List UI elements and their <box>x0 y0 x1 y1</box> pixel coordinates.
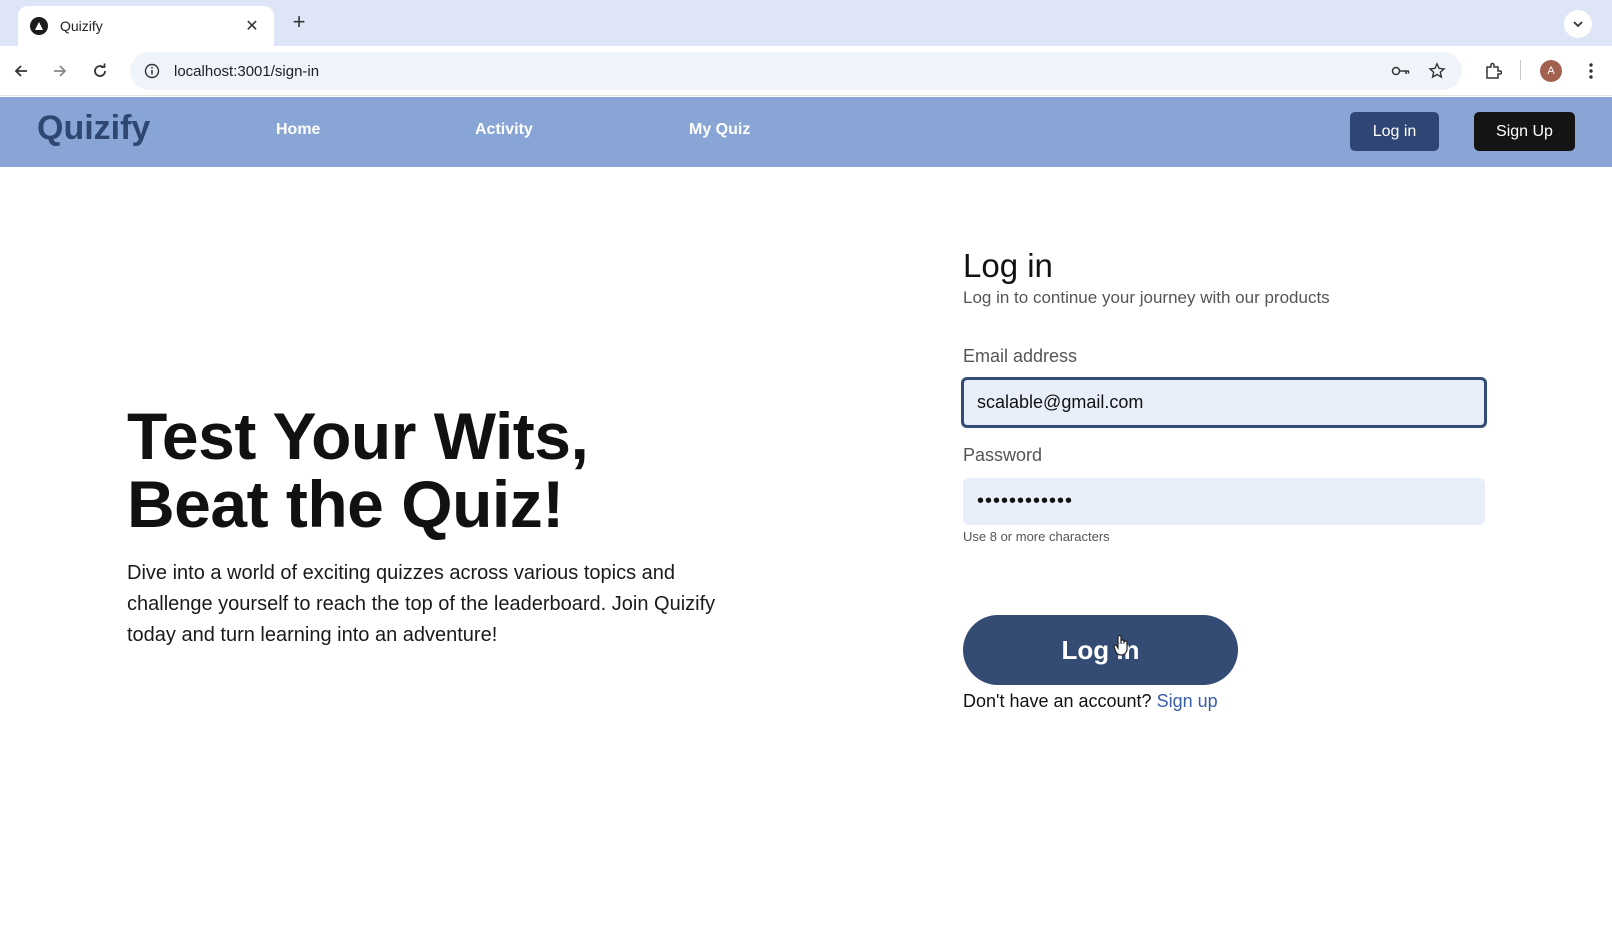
form-subtitle: Log in to continue your journey with our… <box>963 288 1330 307</box>
toolbar-divider <box>1520 60 1521 80</box>
nav-link-my-quiz[interactable]: My Quiz <box>689 121 750 139</box>
star-icon[interactable] <box>1424 58 1450 84</box>
no-account-text: Don't have an account? <box>963 691 1157 711</box>
brand-logo[interactable]: Quizify <box>37 109 150 148</box>
form-title: Log in <box>963 247 1053 284</box>
hero-title-line-1: Test Your Wits, <box>127 399 589 473</box>
hero-description: Dive into a world of exciting quizzes ac… <box>127 562 716 646</box>
new-tab-button[interactable]: + <box>286 10 312 36</box>
nav-login-button[interactable]: Log in <box>1350 112 1439 151</box>
profile-avatar[interactable]: A <box>1538 58 1564 84</box>
avatar: A <box>1540 60 1562 82</box>
url-text[interactable]: localhost:3001/sign-in <box>174 63 1378 80</box>
browser-toolbar: localhost:3001/sign-in A <box>0 46 1612 96</box>
password-label: Password <box>963 445 1043 465</box>
signup-prompt: Don't have an account? Sign up <box>963 691 1218 712</box>
app-navbar: Quizify Home Activity My Quiz Log in Sig… <box>0 97 1612 167</box>
nav-signup-button[interactable]: Sign Up <box>1474 112 1575 151</box>
tab-list-button[interactable] <box>1564 10 1592 38</box>
close-icon[interactable]: ✕ <box>242 16 262 36</box>
email-label: Email address <box>963 346 1078 366</box>
browser-tab[interactable]: Quizify ✕ <box>18 6 274 46</box>
login-submit-button[interactable]: Log in <box>963 615 1238 685</box>
hero-title: Test Your Wits, Beat the Quiz! <box>127 399 589 541</box>
forward-button[interactable] <box>47 58 73 84</box>
info-icon[interactable] <box>142 61 162 81</box>
password-field[interactable] <box>963 478 1485 525</box>
key-icon[interactable] <box>1388 58 1414 84</box>
signup-link[interactable]: Sign up <box>1157 691 1218 711</box>
nav-link-home[interactable]: Home <box>276 121 320 139</box>
arrow-left-icon <box>14 65 27 77</box>
chevron-down-icon <box>1573 21 1583 28</box>
hand-cursor-icon <box>1113 634 1128 656</box>
reload-button[interactable] <box>87 58 113 84</box>
password-hint: Use 8 or more characters <box>963 529 1110 544</box>
email-field[interactable] <box>961 377 1487 428</box>
tab-title: Quizify <box>60 18 103 34</box>
hero-title-line-2: Beat the Quiz! <box>127 467 564 541</box>
favicon-icon <box>30 17 48 35</box>
menu-icon[interactable] <box>1578 58 1604 84</box>
arrow-right-icon <box>54 65 67 77</box>
reload-icon <box>94 63 106 77</box>
nav-link-activity[interactable]: Activity <box>475 121 533 139</box>
browser-tab-bar: Quizify ✕ + <box>0 0 1612 46</box>
address-bar[interactable]: localhost:3001/sign-in <box>130 52 1462 90</box>
extensions-icon[interactable] <box>1480 58 1506 84</box>
back-button[interactable] <box>8 58 34 84</box>
